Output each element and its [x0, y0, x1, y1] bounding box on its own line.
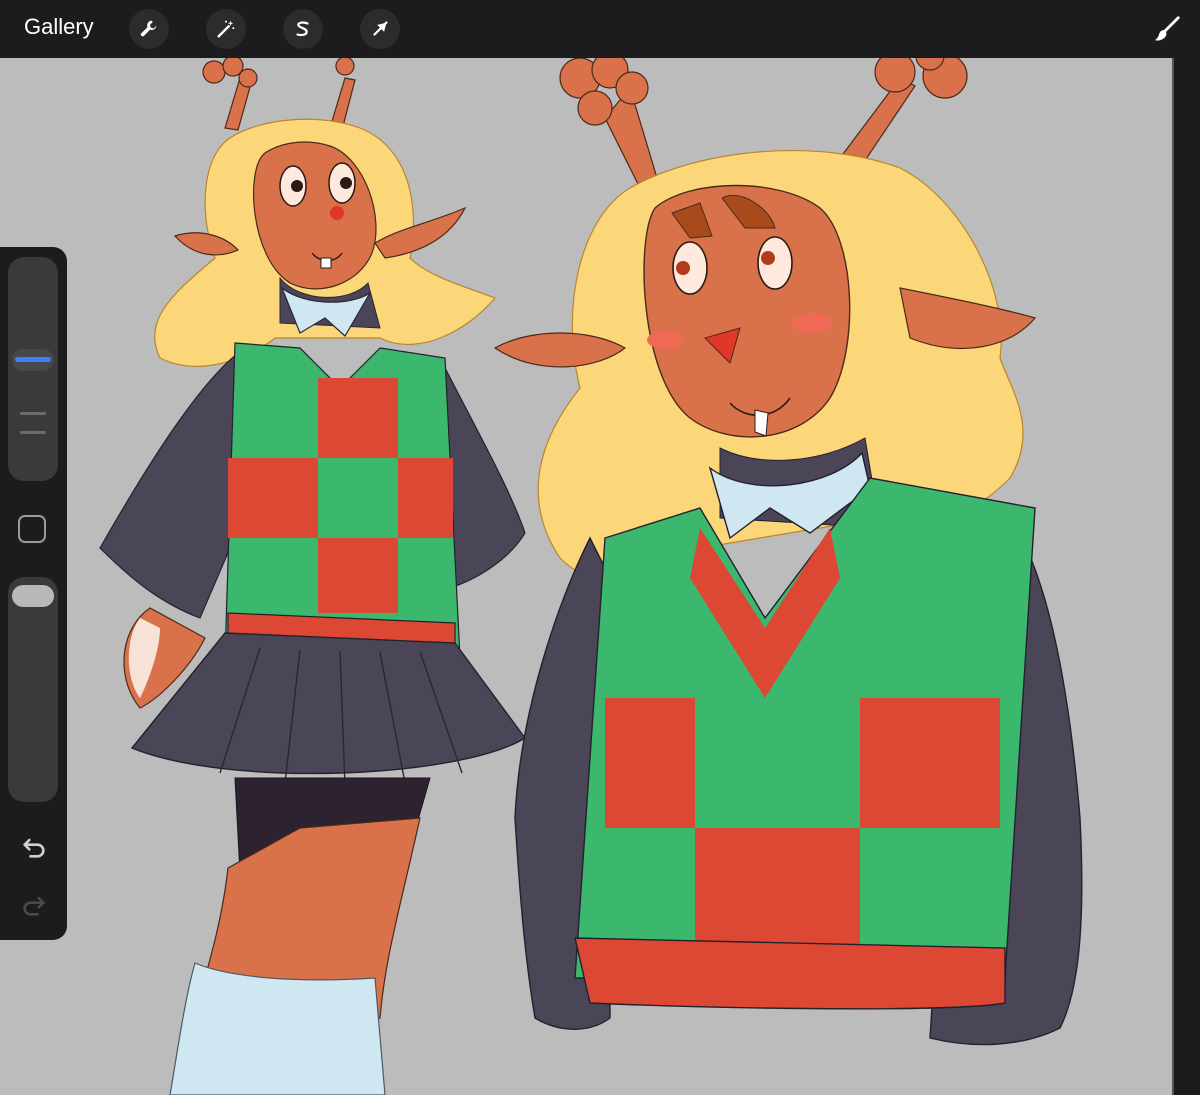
- actions-button[interactable]: [129, 9, 169, 49]
- top-toolbar: Gallery: [0, 0, 1200, 58]
- left-sidebar: [0, 247, 67, 940]
- left-sweater-vest: [224, 342, 461, 659]
- drawing-canvas[interactable]: [0, 58, 1172, 1095]
- redo-button[interactable]: [17, 888, 51, 922]
- brush-size-slider[interactable]: [8, 257, 58, 481]
- adjustments-button[interactable]: [206, 9, 246, 49]
- right-sweater-vest: [574, 477, 1036, 1010]
- left-antlers: [202, 58, 356, 131]
- brush-tool-button[interactable]: [1148, 10, 1186, 48]
- paintbrush-icon: [1154, 16, 1180, 41]
- brush-size-thumb[interactable]: [12, 348, 54, 371]
- undo-button[interactable]: [17, 830, 51, 864]
- wrench-icon: [140, 20, 157, 37]
- transform-button[interactable]: [360, 9, 400, 49]
- strip-divider: [1172, 58, 1174, 1095]
- magic-wand-icon: [217, 20, 235, 38]
- opacity-slider[interactable]: [8, 577, 58, 802]
- gallery-button[interactable]: Gallery: [24, 14, 94, 40]
- artwork: [99, 58, 1083, 1095]
- right-edge-strip: [1172, 58, 1200, 1095]
- opacity-thumb[interactable]: [12, 585, 54, 607]
- selection-button[interactable]: [283, 9, 323, 49]
- modify-button[interactable]: [18, 515, 46, 543]
- transform-arrow-icon: [373, 21, 388, 36]
- slider-tick: [20, 431, 46, 434]
- slider-tick: [20, 412, 46, 415]
- undo-icon: [23, 838, 45, 858]
- selection-icon: [296, 21, 309, 37]
- redo-icon: [23, 896, 45, 916]
- brush-size-indicator: [15, 357, 51, 363]
